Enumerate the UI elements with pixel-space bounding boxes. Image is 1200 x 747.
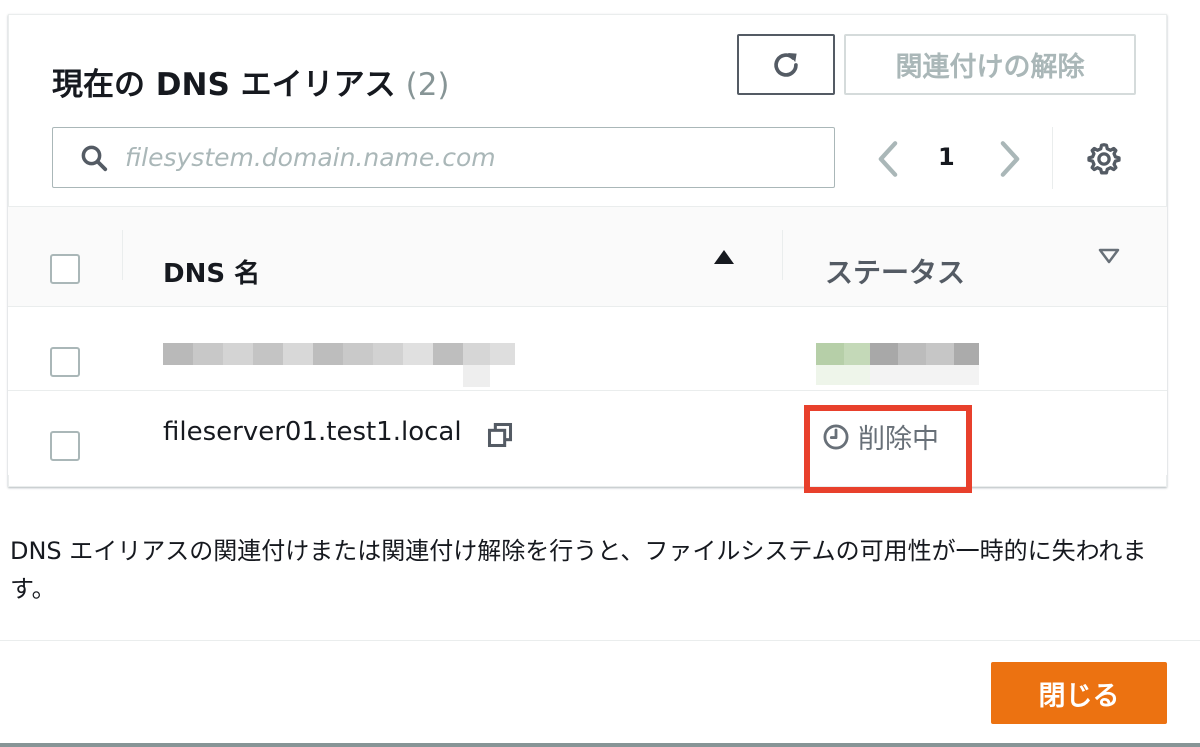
panel-header: 現在の DNS エイリアス(2) 関連付けの解除 1 — [9, 15, 1166, 221]
search-icon — [81, 145, 108, 171]
copy-icon[interactable] — [486, 421, 514, 449]
row-checkbox[interactable] — [50, 431, 80, 461]
refresh-button[interactable] — [737, 34, 835, 95]
pager-divider — [1052, 127, 1053, 189]
disassociate-button[interactable]: 関連付けの解除 — [844, 34, 1136, 95]
column-divider — [122, 230, 123, 280]
dns-name-cell: fileserver01.test1.local — [163, 417, 462, 447]
clock-icon — [823, 424, 849, 449]
gear-icon[interactable] — [1086, 141, 1122, 177]
sort-ascending-icon[interactable] — [713, 249, 735, 265]
status-cell: 削除中 — [822, 417, 939, 456]
table-row — [8, 307, 1167, 391]
previous-page-icon[interactable] — [873, 139, 903, 179]
search-field[interactable] — [52, 127, 835, 188]
close-button[interactable]: 閉じる — [991, 662, 1167, 724]
refresh-icon — [774, 52, 798, 77]
column-divider — [782, 230, 783, 280]
row-checkbox[interactable] — [50, 347, 80, 377]
select-all-checkbox[interactable] — [50, 254, 80, 284]
column-header-status[interactable]: ステータス — [825, 251, 965, 291]
alias-count: (2) — [405, 67, 450, 103]
modal-bottom-edge — [0, 743, 1200, 747]
status-text: 削除中 — [858, 424, 939, 455]
sort-descending-icon[interactable] — [1098, 248, 1120, 264]
current-page-number[interactable]: 1 — [938, 143, 955, 171]
search-input[interactable] — [125, 143, 805, 172]
panel-title: 現在の DNS エイリアス (2) — [52, 59, 450, 104]
column-header-dns-name[interactable]: DNS 名 — [163, 253, 260, 290]
availability-warning-note: DNS エイリアスの関連付けまたは関連付け解除を行うと、ファイルシステムの可用性… — [10, 537, 1147, 603]
table-row: fileserver01.test1.local 削除中 — [8, 391, 1167, 475]
footer-divider — [0, 640, 1200, 641]
next-page-icon[interactable] — [995, 139, 1025, 179]
panel-title-text: 現在の DNS エイリアス — [52, 67, 396, 103]
